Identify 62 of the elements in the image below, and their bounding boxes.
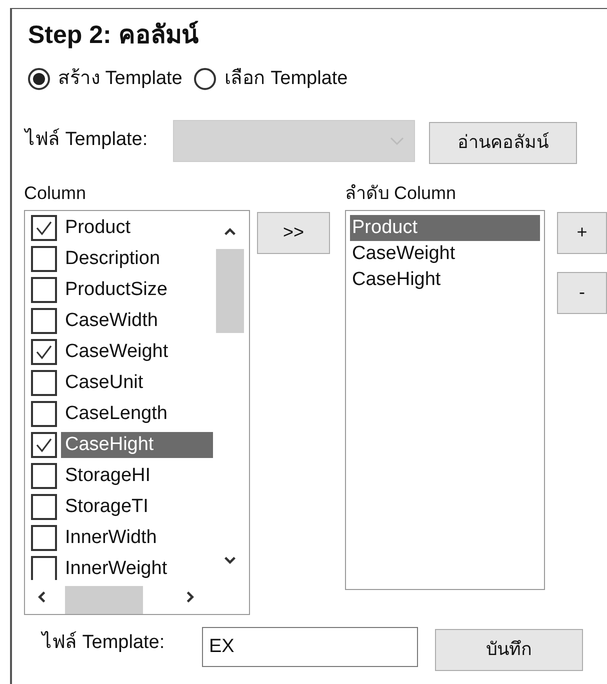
order-list[interactable]: Product CaseWeight CaseHight (345, 210, 545, 590)
checkbox[interactable] (31, 308, 57, 334)
item-label: StorageHI (64, 464, 152, 488)
chevron-down-icon (390, 136, 404, 146)
checkmark-icon (35, 436, 53, 454)
checklist-item[interactable]: Product (31, 212, 249, 244)
move-right-button[interactable]: >> (257, 212, 330, 254)
scrollbar-thumb[interactable] (65, 586, 143, 614)
checkbox[interactable] (31, 432, 57, 458)
radio-button[interactable] (28, 68, 50, 90)
item-label: CaseHight (61, 432, 213, 458)
column-checklist[interactable]: Product Description ProductSize CaseWidth CaseWeight CaseUnit CaseLength CaseHight StorageHI StorageTI InnerWidth InnerWeight (24, 210, 250, 614)
checklist-item[interactable]: InnerWeight (31, 554, 249, 584)
checkmark-icon (35, 343, 53, 361)
checkbox[interactable] (31, 463, 57, 489)
checkbox[interactable] (31, 370, 57, 396)
item-label: StorageTI (64, 495, 150, 519)
checklist-item[interactable]: ProductSize (31, 274, 249, 306)
item-label: CaseWidth (64, 309, 159, 333)
item-label: InnerWidth (64, 526, 158, 550)
item-label: CaseUnit (64, 371, 144, 395)
item-label: Description (64, 247, 162, 271)
checkbox[interactable] (31, 339, 57, 365)
checklist-item[interactable]: Description (31, 244, 249, 274)
scrollbar-thumb[interactable] (216, 248, 244, 332)
checklist-item[interactable]: InnerWidth (31, 522, 249, 554)
radio-button[interactable] (194, 68, 216, 90)
checkbox[interactable] (31, 246, 57, 272)
read-columns-button[interactable]: อ่านคอลัมน์ (429, 122, 577, 164)
checklist-item[interactable]: CaseWidth (31, 306, 249, 336)
item-label: InnerWeight (64, 557, 168, 581)
checkbox[interactable] (31, 525, 57, 551)
checkmark-icon (35, 219, 53, 237)
list-item[interactable]: CaseWeight (350, 240, 540, 266)
list-item[interactable]: CaseHight (350, 266, 540, 292)
item-label: CaseLength (64, 402, 168, 426)
checklist-item[interactable]: CaseLength (31, 398, 249, 430)
checklist-item[interactable]: StorageHI (31, 460, 249, 492)
section-title: Step 2: คอลัมน์ (28, 20, 198, 51)
add-button[interactable]: + (557, 212, 607, 254)
checklist-item[interactable]: CaseHight (31, 430, 249, 460)
field-label: ไฟล์ Template: (42, 630, 166, 654)
field-label: ไฟล์ Template: (25, 127, 149, 152)
list-label: ลำดับ Column (345, 182, 456, 204)
checkbox[interactable] (31, 401, 57, 427)
checklist-item[interactable]: StorageTI (31, 492, 249, 522)
list-label: Column (24, 182, 86, 204)
checkbox[interactable] (31, 215, 57, 241)
item-label: CaseWeight (64, 340, 170, 364)
checklist-item[interactable]: CaseUnit (31, 368, 249, 398)
checkbox[interactable] (31, 494, 57, 520)
template-name-field[interactable]: EX (202, 626, 418, 666)
checkbox[interactable] (31, 556, 57, 582)
remove-button[interactable]: - (557, 272, 607, 314)
checkbox[interactable] (31, 277, 57, 303)
radio-option[interactable]: สร้าง Template (28, 65, 182, 94)
item-label: ProductSize (64, 278, 168, 302)
radio-option[interactable]: เลือก Template (194, 65, 348, 94)
list-item[interactable]: Product (350, 214, 540, 240)
save-button[interactable]: บันทึก (435, 628, 583, 670)
item-label: Product (64, 216, 132, 240)
checklist-item[interactable]: CaseWeight (31, 336, 249, 368)
